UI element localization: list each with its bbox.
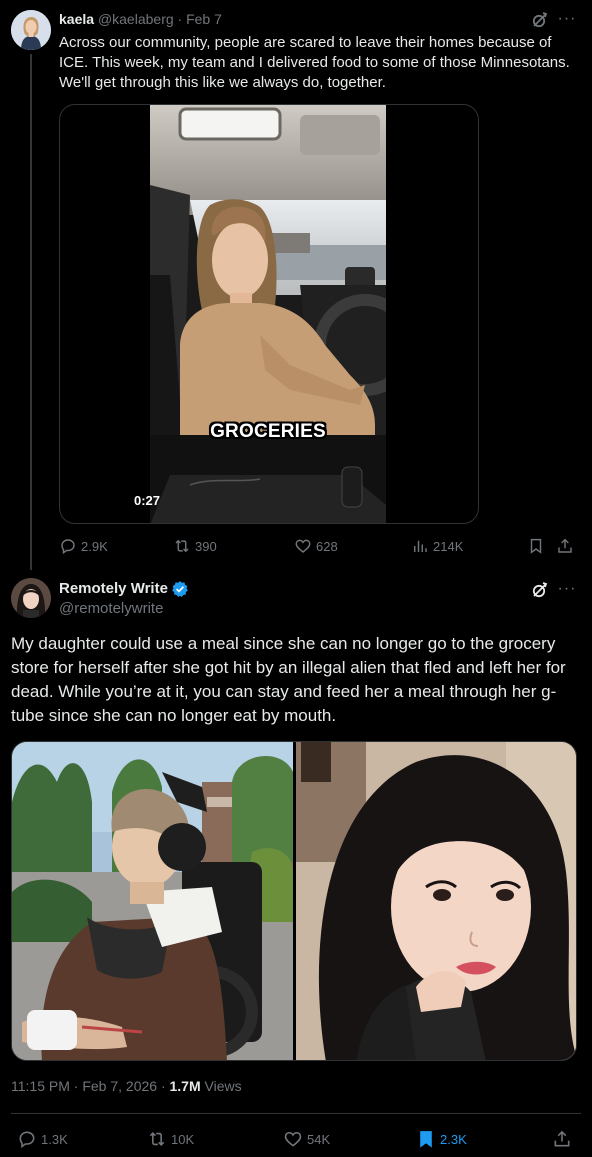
like-button[interactable]: 628 — [294, 536, 338, 556]
share-icon — [554, 1130, 570, 1147]
views-count: 214K — [433, 538, 464, 554]
action-bar: 2.9K 390 628 214K — [59, 536, 579, 556]
grok-icon[interactable] — [530, 580, 550, 600]
views-label: Views — [200, 1078, 242, 1094]
like-count: 628 — [316, 538, 338, 554]
reply-button[interactable]: 1.3K — [17, 1129, 68, 1149]
author-name[interactable]: Remotely Write — [59, 579, 168, 599]
video-duration: 0:27 — [134, 493, 161, 508]
divider — [11, 1113, 581, 1114]
reply-icon — [19, 1131, 35, 1149]
like-icon — [295, 539, 311, 553]
avatar[interactable] — [11, 10, 51, 50]
grok-icon[interactable] — [530, 10, 550, 30]
repost-count: 10K — [171, 1131, 195, 1147]
repost-icon — [149, 1132, 165, 1146]
separator: · — [177, 11, 183, 27]
more-icon[interactable]: ··· — [557, 581, 577, 601]
repost-button[interactable]: 390 — [173, 536, 217, 556]
tweet-meta: 11:15 PM · Feb 7, 2026 · 1.7M Views — [11, 1077, 242, 1095]
avatar[interactable] — [11, 578, 51, 618]
tweet-header: kaela @kaelaberg · Feb 7 — [59, 10, 222, 28]
verified-badge-icon — [172, 581, 188, 597]
photo-grid — [11, 741, 577, 1061]
reply-icon — [61, 539, 75, 555]
reply-count: 1.3K — [41, 1131, 68, 1147]
quoted-tweet[interactable]: kaela @kaelaberg · Feb 7 ··· Across our … — [0, 0, 592, 570]
video-frame: GROCERIES — [150, 105, 386, 523]
tweet-timestamp[interactable]: 11:15 PM · Feb 7, 2026 · — [11, 1078, 170, 1094]
repost-count: 390 — [195, 538, 217, 554]
bookmark-icon — [530, 538, 542, 554]
like-button[interactable]: 54K — [283, 1129, 330, 1149]
share-button[interactable] — [552, 1129, 572, 1149]
tweet-text: Across our community, people are scared … — [59, 34, 570, 91]
repost-button[interactable]: 10K — [147, 1129, 194, 1149]
views-icon — [414, 540, 427, 552]
thread-line — [30, 54, 32, 570]
author-name[interactable]: kaela — [59, 11, 94, 27]
photo-2[interactable] — [296, 742, 576, 1060]
like-icon — [284, 1131, 302, 1147]
video-player[interactable]: GROCERIES 0:27 — [59, 104, 479, 524]
bookmark-count: 2.3K — [440, 1131, 467, 1147]
action-bar: 1.3K 10K 54K 2.3K — [11, 1128, 581, 1150]
more-icon[interactable]: ··· — [557, 11, 577, 31]
author-name-row[interactable]: Remotely Write — [59, 579, 189, 599]
reply-count: 2.9K — [81, 538, 108, 554]
bookmark-button[interactable] — [527, 536, 545, 556]
tweet-date[interactable]: Feb 7 — [186, 11, 222, 27]
author-handle[interactable]: @remotelywrite — [59, 599, 163, 619]
reply-button[interactable]: 2.9K — [59, 536, 108, 556]
repost-icon — [175, 539, 189, 553]
views-count: 1.7M — [169, 1078, 201, 1094]
photo-1[interactable] — [12, 742, 293, 1060]
author-handle[interactable]: @kaelaberg — [98, 11, 174, 27]
like-count: 54K — [307, 1131, 331, 1147]
views-button[interactable]: 214K — [411, 536, 463, 556]
video-caption: GROCERIES — [210, 421, 326, 442]
share-button[interactable] — [556, 536, 574, 556]
tweet-text: My daughter could use a meal since she c… — [11, 634, 566, 725]
bookmark-button[interactable]: 2.3K — [416, 1129, 467, 1149]
share-icon — [558, 538, 572, 553]
bookmark-icon — [420, 1131, 432, 1148]
